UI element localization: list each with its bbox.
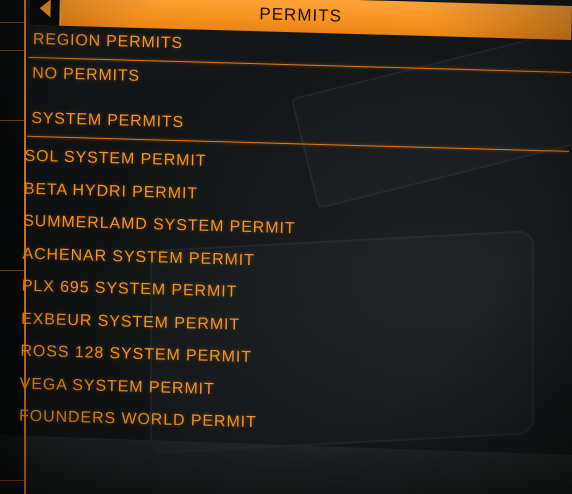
system-permit-list: SOL SYSTEM PERMIT BETA HYDRI PERMIT SUMM… (19, 141, 545, 448)
rail-divider (0, 480, 24, 481)
back-button[interactable] (29, 0, 62, 26)
permits-panel: PERMITS REGION PERMITS NO PERMITS SYSTEM… (12, 0, 572, 494)
panel-title: PERMITS (259, 4, 343, 26)
cockpit-screen: PERMITS REGION PERMITS NO PERMITS SYSTEM… (0, 0, 572, 494)
region-permits-empty: NO PERMITS (32, 64, 141, 85)
region-permits-heading: REGION PERMITS (32, 30, 184, 53)
chevron-left-icon (38, 0, 51, 18)
system-permits-heading: SYSTEM PERMITS (31, 109, 185, 132)
